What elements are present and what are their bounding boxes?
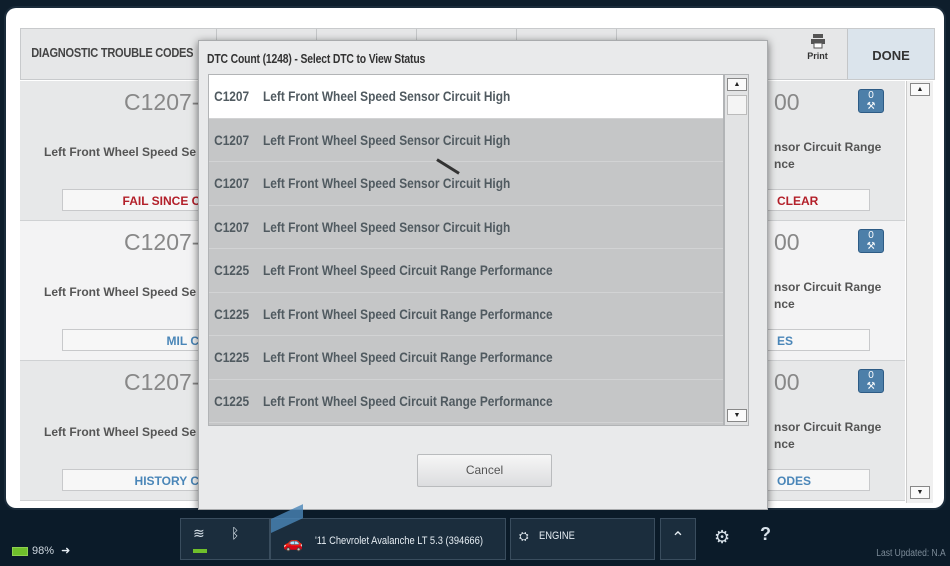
module-selector[interactable]: ⛭ ENGINE (510, 518, 655, 560)
scroll-up-icon[interactable]: ▲ (727, 78, 747, 91)
dtc-list-item[interactable]: C1225 Left Front Wheel Speed Circuit Rang… (209, 336, 723, 380)
dtc-description: Left Front Wheel Speed Sensor Circuit Hi… (263, 131, 511, 148)
dtc-code: C1207 (214, 88, 250, 105)
wifi-status-indicator (193, 549, 207, 553)
wifi-icon[interactable]: ≋ (193, 525, 205, 542)
vehicle-selector[interactable]: 🚗 '11 Chevrolet Avalanche LT 5.3 (394666… (270, 504, 506, 560)
wrench-icon[interactable]: 0 ⚒ (858, 229, 884, 253)
dtc-description: Left Front Wheel Speed Circuit Range Per… (263, 392, 553, 409)
dtc-code: C1207 (214, 131, 250, 148)
dtc-list-item[interactable]: C1207 Left Front Wheel Speed Sensor Circu… (209, 206, 723, 249)
dtc-description: Left Front Wheel Speed Sensor Circuit Hi… (263, 218, 511, 235)
dtc-list-scrollbar[interactable]: ▲ ▼ (724, 74, 749, 426)
dtc-code: C1225 (214, 349, 250, 366)
done-button[interactable]: DONE (848, 29, 934, 79)
wrench-count: 0 (868, 230, 874, 241)
settings-gear-icon[interactable]: ⚙ (714, 527, 730, 548)
expand-up-button[interactable]: ⌃ (660, 518, 696, 560)
dtc-list-item[interactable]: C1207 Left Front Wheel Speed Sensor Circu… (209, 119, 723, 162)
print-button[interactable]: Print (788, 29, 848, 79)
card-description: Left Front Wheel Speed Se (44, 425, 197, 439)
scroll-down-icon[interactable]: ▼ (910, 486, 930, 499)
card-description-right: nsor Circuit Range nce (774, 280, 882, 311)
battery-level: 98% (32, 545, 55, 557)
dtc-list: C1207 Left Front Wheel Speed Sensor Circu… (208, 74, 724, 426)
dialog-title: DTC Count (1248) - Select DTC to View St… (207, 51, 426, 66)
dtc-code: C1225 (214, 305, 250, 322)
help-button[interactable]: ? (760, 524, 771, 545)
card-status-right: CLEAR (760, 189, 870, 211)
wrench-count: 0 (868, 370, 874, 381)
bottom-status-bar: 98% ➜ ≋ ᛒ 🚗 '11 Chevrolet Avalanche LT 5… (0, 504, 950, 566)
toolbar-title: DIAGNOSTIC TROUBLE CODES (31, 45, 194, 60)
card-status-right: ODES (760, 469, 870, 491)
chevron-up-icon: ⌃ (671, 530, 685, 547)
card-description-right: nsor Circuit Range nce (774, 420, 882, 451)
dtc-code: C1225 (214, 262, 250, 279)
bluetooth-icon[interactable]: ᛒ (231, 525, 239, 541)
battery-icon (12, 546, 28, 556)
card-code-right: 00 (774, 229, 800, 255)
card-status-right: ES (760, 329, 870, 351)
dtc-code: C1207 (214, 218, 250, 235)
card-description: Left Front Wheel Speed Se (44, 145, 197, 159)
battery-status: 98% ➜ (12, 544, 70, 557)
dtc-code: C1225 (214, 392, 250, 409)
cards-scrollbar[interactable]: ▲ ▼ (906, 81, 933, 503)
dtc-select-dialog: DTC Count (1248) - Select DTC to View St… (198, 40, 768, 510)
last-updated: Last Updated: N.A (876, 548, 946, 559)
engine-icon: ⛭ (519, 529, 529, 543)
card-description: Left Front Wheel Speed Se (44, 285, 197, 299)
dtc-description: Left Front Wheel Speed Sensor Circuit Hi… (263, 175, 511, 192)
scroll-down-icon[interactable]: ▼ (727, 409, 747, 422)
connectivity-group: ≋ ᛒ (180, 518, 270, 560)
print-label: Print (807, 51, 828, 61)
dtc-list-item[interactable]: C1225 Left Front Wheel Speed Circuit Rang… (209, 293, 723, 336)
printer-icon (810, 34, 825, 49)
scroll-thumb[interactable] (727, 95, 747, 115)
cancel-button[interactable]: Cancel (417, 454, 552, 487)
dtc-list-item[interactable]: C1225 Left Front Wheel Speed Circuit Rang… (209, 380, 723, 423)
plug-icon: ➜ (61, 545, 71, 557)
dtc-code: C1207 (214, 175, 250, 192)
card-description-right: nsor Circuit Range nce (774, 140, 882, 171)
scroll-up-icon[interactable]: ▲ (910, 83, 930, 96)
wrench-count: 0 (868, 90, 874, 101)
car-icon: 🚗 (283, 535, 303, 552)
dtc-list-item[interactable]: C1225 Left Front Wheel Speed Circuit Rang… (209, 249, 723, 293)
wrench-icon[interactable]: 0 ⚒ (858, 369, 884, 393)
card-code-right: 00 (774, 369, 800, 395)
card-code-right: 00 (774, 89, 800, 115)
vehicle-name: '11 Chevrolet Avalanche LT 5.3 (394666) (315, 535, 483, 547)
module-name: ENGINE (539, 530, 575, 542)
wrench-icon[interactable]: 0 ⚒ (858, 89, 884, 113)
dtc-description: Left Front Wheel Speed Circuit Range Per… (263, 262, 553, 279)
dtc-description: Left Front Wheel Speed Circuit Range Per… (263, 305, 553, 322)
dtc-description: Left Front Wheel Speed Circuit Range Per… (263, 349, 553, 366)
dtc-list-item[interactable]: C1207 Left Front Wheel Speed Sensor Circu… (209, 162, 723, 206)
dtc-description: Left Front Wheel Speed Sensor Circuit Hi… (263, 88, 511, 105)
dtc-list-item[interactable]: C1207 Left Front Wheel Speed Sensor Circu… (209, 75, 723, 119)
toolbar-title-cell: DIAGNOSTIC TROUBLE CODES (21, 29, 217, 79)
